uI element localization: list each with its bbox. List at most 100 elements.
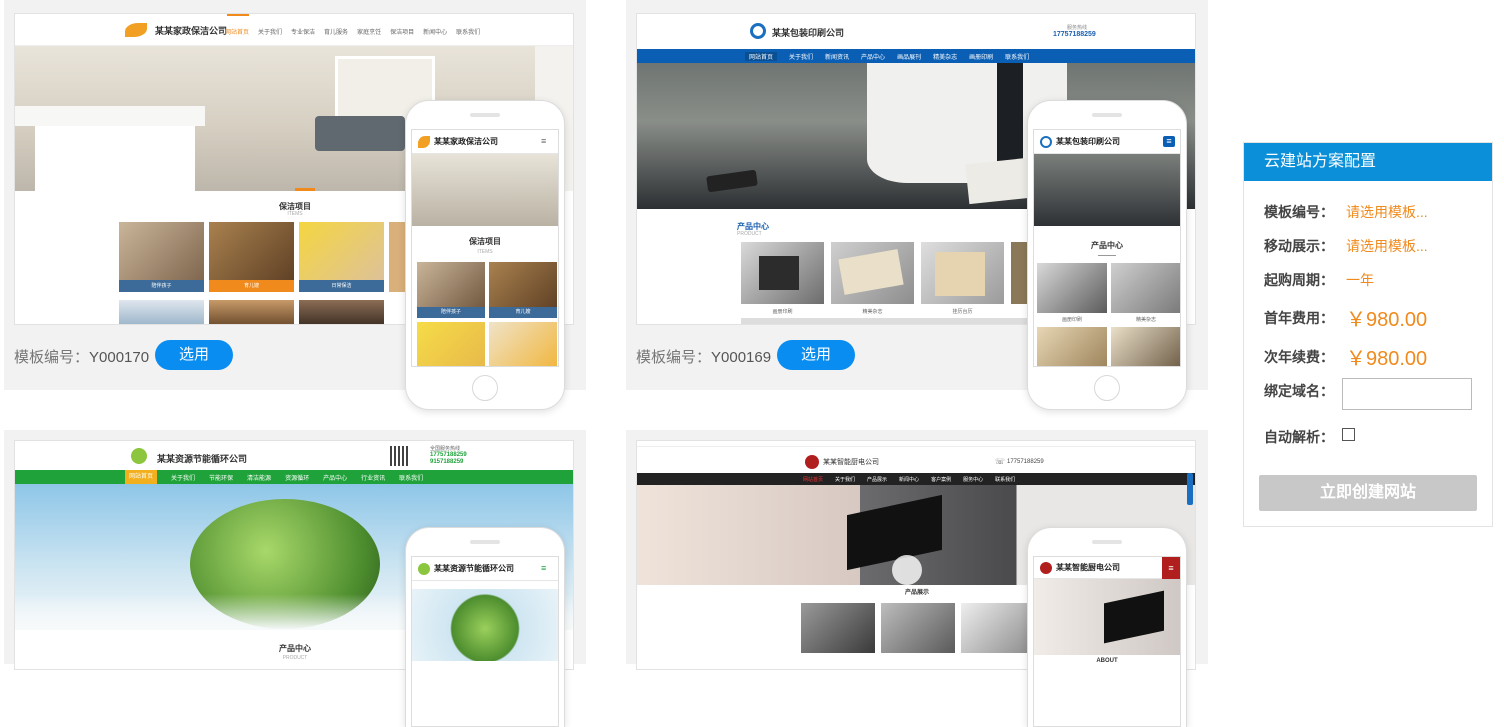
- service-tile[interactable]: 陪伴孩子: [119, 222, 204, 292]
- menu-icon[interactable]: ≡: [541, 136, 553, 147]
- first-year-fee-label: 首年费用：: [1264, 310, 1334, 326]
- create-site-button[interactable]: 立即创建网站: [1259, 475, 1477, 511]
- service-tile-row2: [119, 300, 204, 324]
- select-template-button[interactable]: 选用: [777, 340, 855, 370]
- mobile-tile-caption: 画册印刷: [1061, 317, 1082, 323]
- product-tile[interactable]: [961, 603, 1035, 653]
- product-tile[interactable]: [831, 242, 914, 304]
- nav-item[interactable]: 产品中心: [323, 473, 347, 482]
- bind-domain-label: 绑定域名：: [1264, 383, 1334, 399]
- nav-item[interactable]: 精美杂志: [933, 52, 957, 61]
- phone-label: 全国服务热线: [430, 446, 461, 452]
- template-preview-mobile[interactable]: 某某智能厨电公司 ≡ ABOUT: [1027, 527, 1187, 727]
- nav-item[interactable]: 育儿服务: [324, 27, 348, 36]
- nav-item[interactable]: 联系我们: [995, 476, 1015, 483]
- template-code: 模板编号：Y000169: [636, 346, 771, 367]
- nav-item[interactable]: 专业保洁: [291, 27, 315, 36]
- nav-item[interactable]: 新闻资讯: [825, 52, 849, 61]
- nav-item[interactable]: 清洁能源: [247, 473, 271, 482]
- mobile-tile[interactable]: [489, 322, 557, 366]
- service-tile-row2: [299, 300, 384, 324]
- mobile-site-name: 某某资源节能循环公司: [434, 564, 514, 573]
- mobile-tile[interactable]: [1037, 327, 1107, 366]
- template-preview-mobile[interactable]: 某某资源节能循环公司 ≡: [405, 527, 565, 727]
- domain-input[interactable]: [1342, 378, 1472, 410]
- select-template-button[interactable]: 选用: [155, 340, 233, 370]
- phone-speaker: [1092, 113, 1122, 117]
- nav-item[interactable]: 资源循环: [285, 473, 309, 482]
- product-tile[interactable]: [801, 603, 875, 653]
- top-nav: 网站首页 关于我们 产品展示 新闻中心 客户案例 服务中心 联系我们: [637, 473, 1195, 485]
- nav-item[interactable]: 网站首页: [803, 476, 823, 483]
- mobile-tile[interactable]: [417, 322, 485, 366]
- mobile-screen: 某某家政保洁公司 ≡ 保洁项目 ITEMS 陪伴孩子 育儿嫂: [411, 129, 559, 367]
- first-year-fee-value: ￥980.00: [1346, 309, 1428, 331]
- mobile-site-name: 某某智能厨电公司: [1056, 563, 1120, 572]
- nav-item[interactable]: 画册印刷: [969, 52, 993, 61]
- globe-logo-icon: [1040, 136, 1052, 148]
- site-name: 某某包装印刷公司: [772, 28, 845, 38]
- leaf-logo-icon: [418, 136, 430, 148]
- nav-item[interactable]: 家庭烹饪: [357, 27, 381, 36]
- template-preview-mobile[interactable]: 某某包装印刷公司 ≡ 产品中心 画册印刷 精美杂志: [1027, 100, 1187, 410]
- phone-speaker: [470, 540, 500, 544]
- logo-icon: [1040, 562, 1052, 574]
- nav-item[interactable]: 保洁项目: [390, 27, 414, 36]
- product-tile[interactable]: [921, 242, 1004, 304]
- site-name: 某某家政保洁公司: [155, 26, 228, 36]
- nav-item[interactable]: 关于我们: [258, 27, 282, 36]
- phone-icon: ☏: [995, 457, 1006, 466]
- nav-item[interactable]: 客户案例: [931, 476, 951, 483]
- nav-item[interactable]: 新闻中心: [423, 27, 447, 36]
- nav-item[interactable]: 服务中心: [963, 476, 983, 483]
- service-tile[interactable]: 日常保洁: [299, 222, 384, 292]
- phone-speaker: [1092, 540, 1122, 544]
- site-name: 某某智能厨电公司: [823, 459, 879, 466]
- product-caption: 画册印刷: [772, 309, 793, 315]
- phone-home-button: [472, 375, 498, 401]
- nav-item[interactable]: 联系我们: [1005, 52, 1029, 61]
- mobile-tile[interactable]: [1111, 327, 1180, 366]
- nav-item[interactable]: 关于我们: [789, 52, 813, 61]
- top-bar: [637, 441, 1195, 447]
- mobile-display-value: 请选用模板...: [1346, 238, 1428, 254]
- nav-item[interactable]: 网站首页: [125, 470, 158, 484]
- nav-item[interactable]: 行业资讯: [361, 473, 385, 482]
- mobile-tile[interactable]: 陪伴孩子: [417, 262, 485, 318]
- nav-item[interactable]: 产品展示: [867, 476, 887, 483]
- section-subtitle: PRODUCT: [282, 655, 308, 661]
- purchase-period-label: 起购周期：: [1264, 272, 1334, 288]
- nav-item[interactable]: 关于我们: [171, 473, 195, 482]
- menu-icon[interactable]: ≡: [1162, 557, 1180, 579]
- mobile-hero-image: [1034, 579, 1180, 655]
- product-tile[interactable]: [881, 603, 955, 653]
- section-title: 产品中心: [279, 644, 311, 653]
- template-code-label: 模板编号：: [636, 349, 712, 366]
- section-title: 产品展示: [904, 590, 929, 596]
- nav-item[interactable]: 节能环保: [209, 473, 233, 482]
- panel-title: 云建站方案配置: [1244, 143, 1492, 181]
- nav-item[interactable]: 联系我们: [456, 27, 480, 36]
- mobile-tile[interactable]: [1037, 263, 1107, 313]
- nav-item[interactable]: 新闻中心: [899, 476, 919, 483]
- mobile-tile[interactable]: 育儿嫂: [489, 262, 557, 318]
- nav-item[interactable]: 联系我们: [399, 473, 423, 482]
- service-tile[interactable]: 育儿嫂: [209, 222, 294, 292]
- menu-icon[interactable]: ≡: [541, 563, 553, 574]
- template-preview-mobile[interactable]: 某某家政保洁公司 ≡ 保洁项目 ITEMS 陪伴孩子 育儿嫂: [405, 100, 565, 410]
- nav-item[interactable]: 画品展刊: [897, 52, 921, 61]
- mobile-section-title: ABOUT: [1096, 658, 1118, 664]
- phone-number-2: 9157188259: [430, 459, 464, 465]
- nav-item[interactable]: 网站首页: [225, 27, 249, 36]
- mobile-screen: 某某资源节能循环公司 ≡: [411, 556, 559, 727]
- scroll-indicator[interactable]: [1187, 473, 1193, 505]
- menu-icon[interactable]: ≡: [1163, 136, 1175, 147]
- template-code: 模板编号：Y000170: [14, 346, 149, 367]
- top-nav: 网站首页 关于我们 新闻资讯 产品中心 画品展刊 精美杂志 画册印刷 联系我们: [637, 49, 1195, 63]
- nav-item[interactable]: 网站首页: [745, 51, 778, 61]
- nav-item[interactable]: 产品中心: [861, 52, 885, 61]
- mobile-tile[interactable]: [1111, 263, 1180, 313]
- product-tile[interactable]: [741, 242, 824, 304]
- nav-item[interactable]: 关于我们: [835, 476, 855, 483]
- auto-resolve-checkbox[interactable]: [1342, 428, 1355, 441]
